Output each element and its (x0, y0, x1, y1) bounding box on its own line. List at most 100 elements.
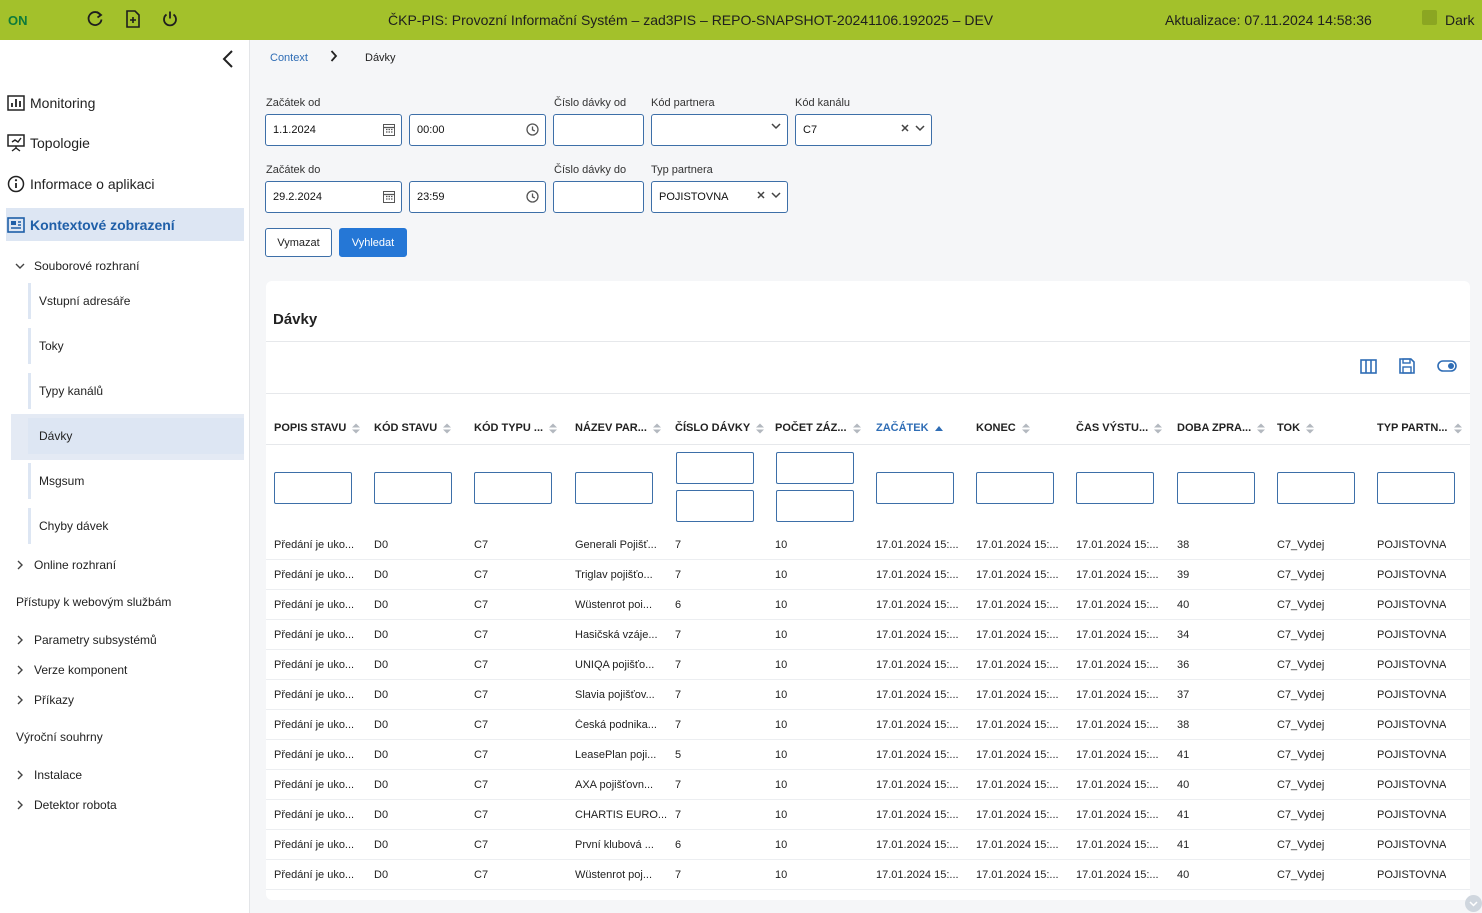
table-row[interactable]: Předání je uko... D0 C7 Triglav pojišťo... 7… (266, 560, 1470, 590)
breadcrumb-context[interactable]: Context (270, 52, 308, 64)
filter-input-konec[interactable] (976, 472, 1054, 504)
sidebar-group-prikazy[interactable]: Příkazy (12, 690, 74, 710)
partner-code-select[interactable] (651, 114, 788, 146)
column-header-cas-vystupu[interactable]: ČAS VÝSTU... (1076, 422, 1163, 434)
column-header-zacatek[interactable]: ZAČÁTEK (876, 422, 943, 434)
filter-input-popis-stavu[interactable] (274, 472, 352, 504)
dark-mode-label[interactable]: Dark (1445, 12, 1475, 28)
column-header-cislo-davky[interactable]: ČÍSLO DÁVKY (675, 422, 765, 434)
column-header-kod-typu[interactable]: KÓD TYPU ... (474, 422, 558, 434)
table-row[interactable]: Předání je uko... D0 C7 Česká podnika... 7 10… (266, 710, 1470, 740)
filter-input-cas-vystupu[interactable] (1076, 472, 1154, 504)
file-plus-icon[interactable] (123, 9, 143, 29)
channel-code-select[interactable]: C7 (795, 114, 932, 146)
column-header-doba-zpracovani[interactable]: DOBA ZPRA... (1177, 422, 1266, 434)
column-header-typ-partnera[interactable]: TYP PARTN... (1377, 422, 1462, 434)
table-row[interactable]: Předání je uko... D0 C7 První klubová ... 6 1… (266, 830, 1470, 860)
batch-from-input[interactable] (553, 114, 644, 146)
column-header-tok[interactable]: TOK (1277, 422, 1315, 434)
start-from-date-input[interactable]: 1.1.2024 (265, 114, 402, 146)
sidebar-sub-msgsum[interactable]: Msgsum (28, 463, 244, 499)
start-to-time-input[interactable]: 23:59 (409, 181, 546, 213)
table-row[interactable]: Předání je uko... D0 C7 Hasičská vzáje... 7 1… (266, 620, 1470, 650)
sort-asc-icon[interactable] (934, 425, 943, 431)
filter-input-kod-typu[interactable] (474, 472, 552, 504)
sidebar-sub-vstupni[interactable]: Vstupní adresáře (28, 283, 244, 319)
sort-icon[interactable] (1021, 423, 1030, 434)
sort-icon[interactable] (756, 423, 765, 434)
refresh-icon[interactable] (85, 9, 105, 29)
toggle-icon[interactable] (1437, 356, 1457, 376)
sidebar-group-verze[interactable]: Verze komponent (12, 660, 127, 680)
chevron-down-icon[interactable] (1465, 895, 1482, 912)
filter-input-typ-partnera[interactable] (1377, 472, 1455, 504)
sidebar-group-detektor[interactable]: Detektor robota (12, 795, 117, 815)
table-row[interactable]: Předání je uko... D0 C7 Slavia pojišťov... 7… (266, 680, 1470, 710)
columns-icon[interactable] (1358, 356, 1378, 376)
sidebar-item-topologie[interactable]: Topologie (6, 126, 244, 159)
table-row[interactable]: Předání je uko... D0 C7 LeasePlan poji... 5 1… (266, 740, 1470, 770)
sort-icon[interactable] (352, 423, 361, 434)
sidebar-item-monitoring[interactable]: Monitoring (6, 86, 244, 119)
sort-icon[interactable] (1257, 423, 1266, 434)
sidebar-group-souborove[interactable]: Souborové rozhraní (12, 256, 139, 276)
filter-input-cislo-davky-to[interactable] (676, 490, 754, 522)
table-row[interactable]: Předání je uko... D0 C7 AXA pojišťovn... 7 10… (266, 770, 1470, 800)
clear-button[interactable]: Vymazat (265, 228, 332, 257)
column-header-pocet-zaznamu[interactable]: POČET ZÁZ... (775, 422, 861, 434)
column-header-popis-stavu[interactable]: POPIS STAVU (274, 422, 361, 434)
sort-icon[interactable] (1453, 423, 1462, 434)
batch-to-input[interactable] (553, 181, 644, 213)
start-to-date-input[interactable]: 29.2.2024 (265, 181, 402, 213)
start-from-time-input[interactable]: 00:00 (409, 114, 546, 146)
table-row[interactable]: Předání je uko... D0 C7 Wüstenrot poj... 7 10… (266, 860, 1470, 890)
sort-icon[interactable] (652, 423, 661, 434)
sidebar-item-kontextove[interactable]: Kontextové zobrazení (6, 208, 244, 241)
calendar-icon[interactable] (383, 123, 395, 136)
sidebar-sub-davky[interactable]: Dávky (28, 418, 244, 454)
save-icon[interactable] (1397, 356, 1417, 376)
sidebar-group-parametry[interactable]: Parametry subsystémů (12, 630, 157, 650)
sidebar-sub-toky[interactable]: Toky (28, 328, 244, 364)
clear-icon[interactable] (757, 190, 765, 202)
power-icon[interactable] (160, 9, 180, 29)
filter-input-cislo-davky-from[interactable] (676, 452, 754, 484)
clock-icon[interactable] (526, 123, 539, 136)
sidebar-item-informace[interactable]: Informace o aplikaci (6, 167, 244, 200)
sidebar-group-online[interactable]: Online rozhraní (12, 555, 116, 575)
column-header-kod-stavu[interactable]: KÓD STAVU (374, 422, 452, 434)
table-row[interactable]: Předání je uko... D0 C7 Wüstenrot poi... 6 10… (266, 590, 1470, 620)
chevron-down-icon[interactable] (771, 123, 781, 130)
search-button[interactable]: Vyhledat (339, 228, 407, 257)
table-row[interactable]: Předání je uko... D0 C7 Generali Pojišť... 7… (266, 530, 1470, 560)
dark-mode-checkbox[interactable] (1422, 10, 1437, 25)
sort-icon[interactable] (1306, 423, 1315, 434)
chevron-left-icon[interactable] (219, 50, 237, 68)
filter-input-zacatek[interactable] (876, 472, 954, 504)
sort-icon[interactable] (443, 423, 452, 434)
filter-input-tok[interactable] (1277, 472, 1355, 504)
chevron-down-icon[interactable] (771, 190, 781, 202)
clear-icon[interactable] (901, 123, 909, 135)
sidebar-item-webove-sluzby[interactable]: Přístupy k webovým službám (16, 595, 171, 609)
column-header-konec[interactable]: KONEC (976, 422, 1030, 434)
filter-input-doba-zpracovani[interactable] (1177, 472, 1255, 504)
filter-input-nazev-partnera[interactable] (575, 472, 653, 504)
filter-input-kod-stavu[interactable] (374, 472, 452, 504)
filter-input-pocet-zaznamu-to[interactable] (776, 490, 854, 522)
partner-type-select[interactable]: POJISTOVNA (651, 181, 788, 213)
sidebar-sub-typy-kanalu[interactable]: Typy kanálů (28, 373, 244, 409)
sort-icon[interactable] (1154, 423, 1163, 434)
sort-icon[interactable] (852, 423, 861, 434)
sidebar-item-vyrocni[interactable]: Výroční souhrny (16, 730, 103, 744)
chevron-down-icon[interactable] (915, 123, 925, 135)
calendar-icon[interactable] (383, 190, 395, 203)
table-row[interactable]: Předání je uko... D0 C7 CHARTIS EURO... 7 10 1… (266, 800, 1470, 830)
sidebar-group-instalace[interactable]: Instalace (12, 765, 82, 785)
column-header-nazev-partnera[interactable]: NÁZEV PAR... (575, 422, 661, 434)
filter-input-pocet-zaznamu-from[interactable] (776, 452, 854, 484)
sidebar-sub-chyby[interactable]: Chyby dávek (28, 508, 244, 544)
clock-icon[interactable] (526, 190, 539, 203)
sort-icon[interactable] (549, 423, 558, 434)
table-row[interactable]: Předání je uko... D0 C7 UNIQA pojišťo... 7 10… (266, 650, 1470, 680)
